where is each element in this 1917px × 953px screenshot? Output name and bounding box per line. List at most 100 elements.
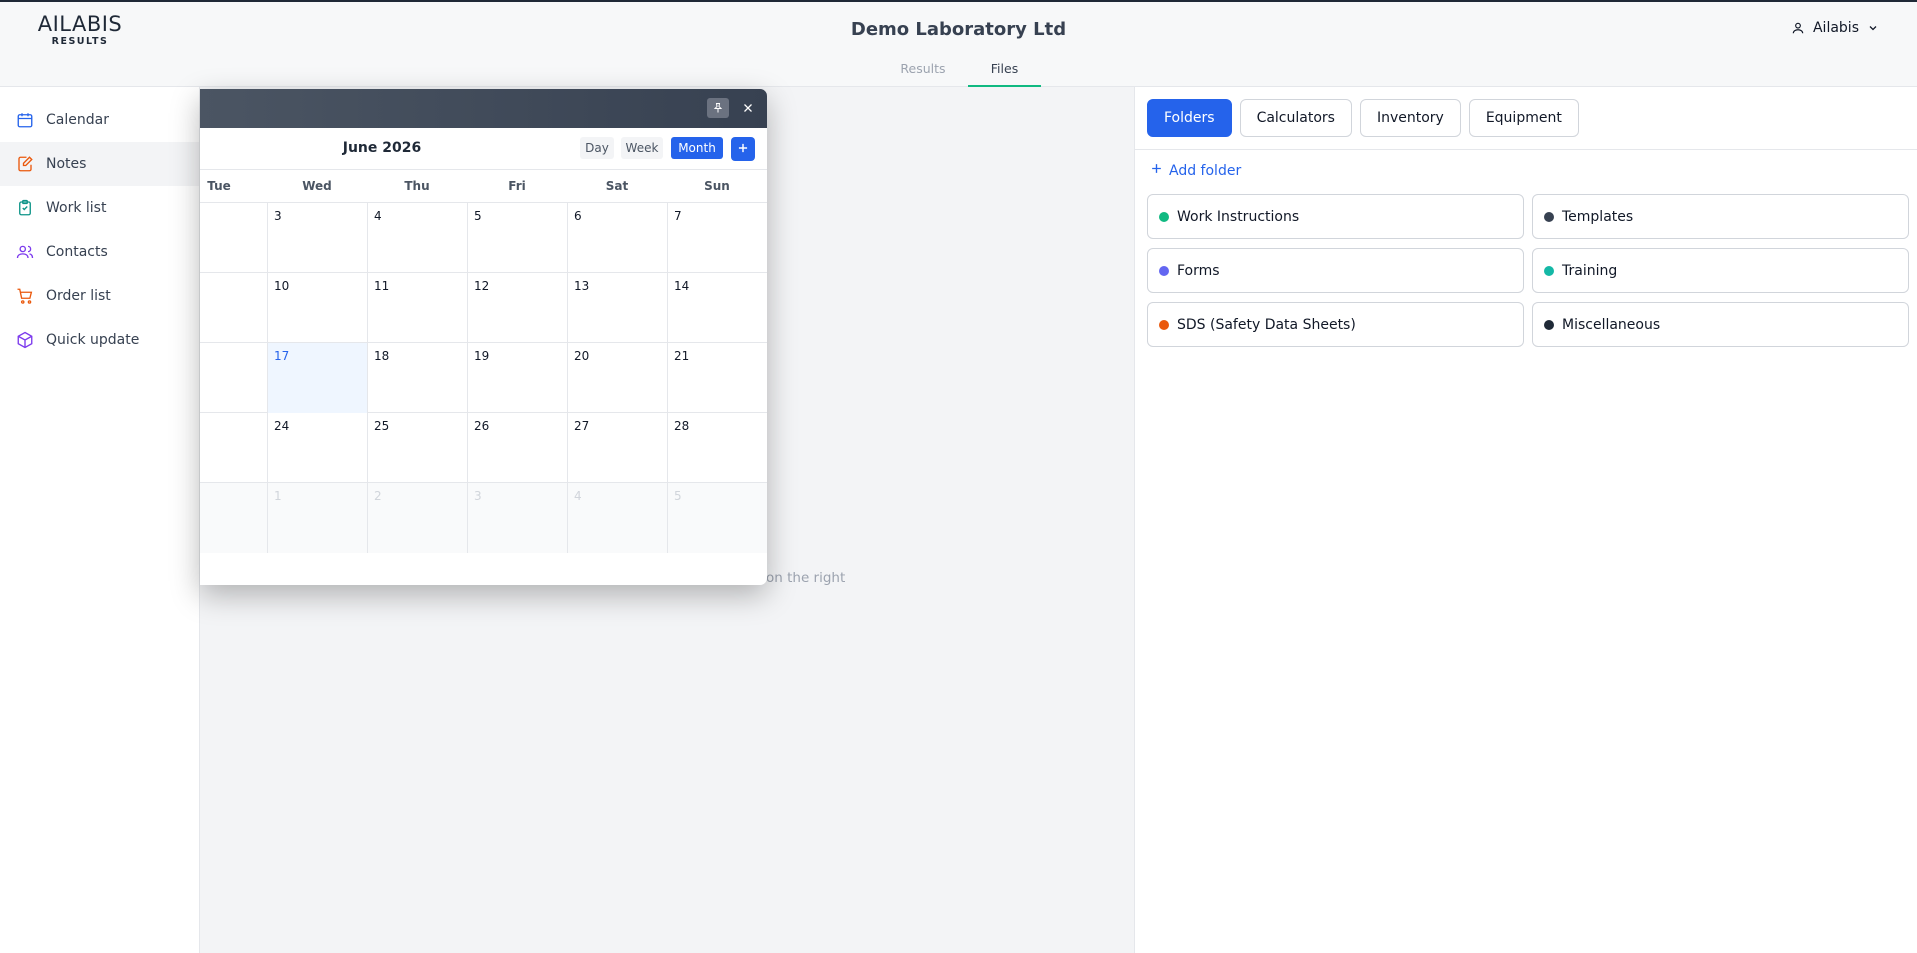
sidebar-item-label: Contacts <box>46 244 108 260</box>
calendar-day-cell[interactable] <box>200 203 267 273</box>
calendar-day-cell[interactable]: 19 <box>467 343 567 413</box>
calendar-day-cell[interactable]: 20 <box>567 343 667 413</box>
calendar-day-number: 4 <box>374 209 382 223</box>
tab-files[interactable]: Files <box>968 55 1041 87</box>
calendar-month-label: June 2026 <box>342 140 422 156</box>
cart-icon <box>16 287 34 305</box>
day-of-week-header: Tue Wed Thu Fri Sat Sun <box>200 170 767 203</box>
folder-color-dot <box>1159 265 1169 276</box>
sidebar-item-contacts[interactable]: Contacts <box>0 230 199 274</box>
notes-icon <box>16 155 34 173</box>
calendar-day-number: 6 <box>574 209 582 223</box>
app-logo[interactable]: AILABIS RESULTS <box>24 12 136 48</box>
folder-color-dot <box>1544 211 1554 222</box>
calendar-day-cell[interactable]: 14 <box>667 273 767 343</box>
calendar-day-cell[interactable]: 10 <box>267 273 367 343</box>
folder-sds[interactable]: SDS (Safety Data Sheets) <box>1147 302 1524 347</box>
folder-label: Miscellaneous <box>1562 316 1661 333</box>
box-icon <box>16 331 34 349</box>
calendar-week-row: 24 25 26 27 28 <box>200 413 767 483</box>
calendar-day-cell[interactable]: 4 <box>567 483 667 553</box>
close-button[interactable] <box>738 98 758 118</box>
calendar-popup-header[interactable] <box>200 89 767 128</box>
view-month-button[interactable]: Month <box>671 137 723 159</box>
calendar-day-number: 27 <box>574 419 590 433</box>
calendar-day-cell[interactable]: 25 <box>367 413 467 483</box>
sidebar-item-label: Calendar <box>46 112 109 128</box>
tab-results[interactable]: Results <box>895 55 951 87</box>
calendar-day-number: 24 <box>274 419 290 433</box>
calendar-day-number: 14 <box>674 279 690 293</box>
calendar-day-cell[interactable]: 6 <box>567 203 667 273</box>
folder-label: Forms <box>1177 262 1220 279</box>
calendar-day-cell[interactable]: 1 <box>267 483 367 553</box>
calendar-day-number: 1 <box>274 489 282 503</box>
calendar-day-cell[interactable]: 3 <box>267 203 367 273</box>
sidebar-item-order-list[interactable]: Order list <box>0 274 199 318</box>
calendar-day-cell[interactable]: 12 <box>467 273 567 343</box>
add-folder-label: Add folder <box>1169 162 1242 179</box>
calendar-day-cell[interactable]: 5 <box>667 483 767 553</box>
calendar-day-cell[interactable]: 28 <box>667 413 767 483</box>
dow-label: Fri <box>508 179 526 193</box>
sidebar-item-label: Quick update <box>46 332 140 348</box>
calendar-day-number: 3 <box>474 489 482 503</box>
calendar-day-cell[interactable] <box>200 413 267 483</box>
folder-work-instructions[interactable]: Work Instructions <box>1147 194 1524 239</box>
calendar-day-cell[interactable] <box>200 343 267 413</box>
calendar-day-number: 10 <box>274 279 290 293</box>
dow-label: Sat <box>605 179 629 193</box>
tab-equipment[interactable]: Equipment <box>1468 99 1579 137</box>
plus-icon <box>1150 162 1163 179</box>
users-icon <box>16 243 34 261</box>
sidebar-item-notes[interactable]: Notes <box>0 142 199 186</box>
calendar-day-cell[interactable]: 27 <box>567 413 667 483</box>
folder-training[interactable]: Training <box>1532 248 1909 293</box>
calendar-toolbar: June 2026 Day Week Month <box>200 128 767 170</box>
sidebar-item-quick-update[interactable]: Quick update <box>0 318 199 362</box>
calendar-day-cell[interactable]: 17 <box>267 343 367 413</box>
calendar-day-cell[interactable] <box>200 273 267 343</box>
pin-button[interactable] <box>707 98 729 118</box>
calendar-day-cell[interactable]: 4 <box>367 203 467 273</box>
sidebar-item-label: Work list <box>46 200 107 216</box>
add-event-button[interactable] <box>731 137 755 161</box>
calendar-day-number: 18 <box>374 349 390 363</box>
folder-miscellaneous[interactable]: Miscellaneous <box>1532 302 1909 347</box>
folder-templates[interactable]: Templates <box>1532 194 1909 239</box>
files-tabs: Folders Calculators Inventory Equipment <box>1147 99 1579 137</box>
sidebar-item-work-list[interactable]: Work list <box>0 186 199 230</box>
calendar-day-cell[interactable]: 24 <box>267 413 367 483</box>
calendar-popup[interactable]: June 2026 Day Week Month Tue Wed Thu Fri… <box>200 89 767 585</box>
calendar-day-number: 28 <box>674 419 690 433</box>
add-folder-button[interactable]: Add folder <box>1150 162 1241 179</box>
calendar-day-number: 5 <box>674 489 682 503</box>
tab-folders[interactable]: Folders <box>1147 99 1232 137</box>
calendar-week-row: 17 18 19 20 21 <box>200 343 767 413</box>
calendar-day-cell[interactable]: 3 <box>467 483 567 553</box>
tab-calculators[interactable]: Calculators <box>1239 99 1352 137</box>
view-day-button[interactable]: Day <box>580 137 614 159</box>
folder-color-dot <box>1159 211 1169 222</box>
calendar-day-cell[interactable]: 21 <box>667 343 767 413</box>
calendar-day-cell[interactable]: 13 <box>567 273 667 343</box>
logo-sub-text: RESULTS <box>51 36 109 47</box>
calendar-day-number: 20 <box>574 349 590 363</box>
calendar-day-number: 12 <box>474 279 490 293</box>
calendar-day-cell[interactable] <box>200 483 267 553</box>
divider <box>1135 149 1917 150</box>
dow-label: Tue <box>207 179 231 193</box>
folder-forms[interactable]: Forms <box>1147 248 1524 293</box>
calendar-day-cell[interactable]: 18 <box>367 343 467 413</box>
sidebar-item-calendar[interactable]: Calendar <box>0 98 199 142</box>
calendar-day-cell[interactable]: 5 <box>467 203 567 273</box>
calendar-day-cell[interactable]: 26 <box>467 413 567 483</box>
view-week-button[interactable]: Week <box>621 137 663 159</box>
user-menu[interactable]: Ailabis <box>1791 20 1879 36</box>
top-bar: AILABIS RESULTS Demo Laboratory Ltd Aila… <box>0 0 1917 55</box>
calendar-day-cell[interactable]: 7 <box>667 203 767 273</box>
calendar-day-cell[interactable]: 11 <box>367 273 467 343</box>
calendar-grid: 3 4 5 6 7 10 11 12 13 14 17 18 19 20 21 24 25 26 27 28 1 2 3 4 5 <box>200 203 767 553</box>
tab-inventory[interactable]: Inventory <box>1359 99 1461 137</box>
calendar-day-cell[interactable]: 2 <box>367 483 467 553</box>
